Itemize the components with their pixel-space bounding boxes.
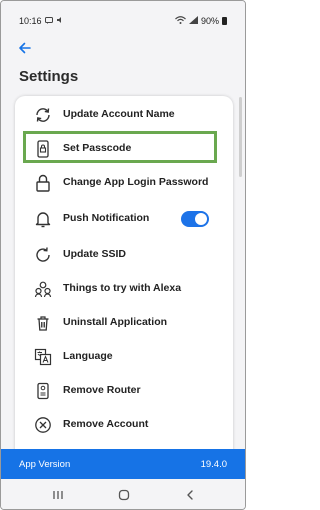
settings-item-label: Change App Login Password [63, 176, 209, 188]
settings-item-label: Push Notification [63, 212, 150, 224]
settings-item-change-app-login-password[interactable]: Change App Login Password [15, 166, 233, 200]
settings-item-things-to-try-with-alexa[interactable]: Things to try with Alexa [15, 272, 233, 306]
router-icon [34, 382, 52, 400]
page-title: Settings [19, 68, 79, 85]
recent-apps-icon[interactable] [49, 486, 67, 504]
status-time: 10:16 [19, 16, 42, 26]
app-version-label: App Version [19, 459, 71, 470]
volume-icon [56, 16, 64, 26]
translate-icon [34, 348, 52, 366]
refresh-circle-icon [34, 246, 52, 264]
people-icon [34, 280, 52, 298]
battery-percent: 90% [200, 16, 219, 26]
settings-item-update-ssid[interactable]: Update SSID [15, 238, 233, 272]
settings-item-label: Remove Router [63, 384, 141, 396]
phone-screen: 10:16 90% Settings Update Account Name S… [0, 0, 246, 510]
signal-icon [188, 16, 198, 26]
remove-circle-icon [34, 416, 52, 434]
set-passcode-highlight [23, 131, 217, 163]
settings-item-push-notification: Push Notification [15, 202, 233, 236]
message-icon [44, 16, 53, 26]
push-notification-toggle[interactable] [181, 211, 209, 227]
settings-item-label: Things to try with Alexa [63, 282, 182, 294]
home-icon[interactable] [115, 486, 133, 504]
back-icon[interactable] [181, 486, 199, 504]
settings-item-uninstall-application[interactable]: Uninstall Application [15, 306, 233, 340]
system-navigation-bar [1, 479, 245, 509]
bell-icon [34, 210, 52, 228]
settings-item-update-account-name[interactable]: Update Account Name [15, 98, 233, 132]
toggle-knob [195, 213, 207, 225]
settings-item-label: Update SSID [63, 248, 127, 260]
settings-item-label: Language [63, 350, 113, 362]
settings-item-label: Uninstall Application [63, 316, 168, 328]
battery-icon [222, 17, 227, 25]
app-version-bar: App Version 19.4.0 [1, 449, 245, 479]
scrollbar[interactable] [239, 97, 242, 177]
lock-icon [34, 174, 52, 192]
settings-item-remove-account[interactable]: Remove Account [15, 408, 233, 442]
wifi-icon [175, 16, 186, 26]
refresh-icon [34, 106, 52, 124]
status-bar: 10:16 90% [1, 1, 245, 39]
settings-item-label: Remove Account [63, 418, 149, 430]
settings-item-label: Update Account Name [63, 108, 175, 120]
settings-item-remove-router[interactable]: Remove Router [15, 374, 233, 408]
settings-item-language[interactable]: Language [15, 340, 233, 374]
app-version-value: 19.4.0 [200, 459, 227, 470]
trash-icon [34, 314, 52, 332]
back-arrow-icon[interactable] [17, 40, 33, 56]
